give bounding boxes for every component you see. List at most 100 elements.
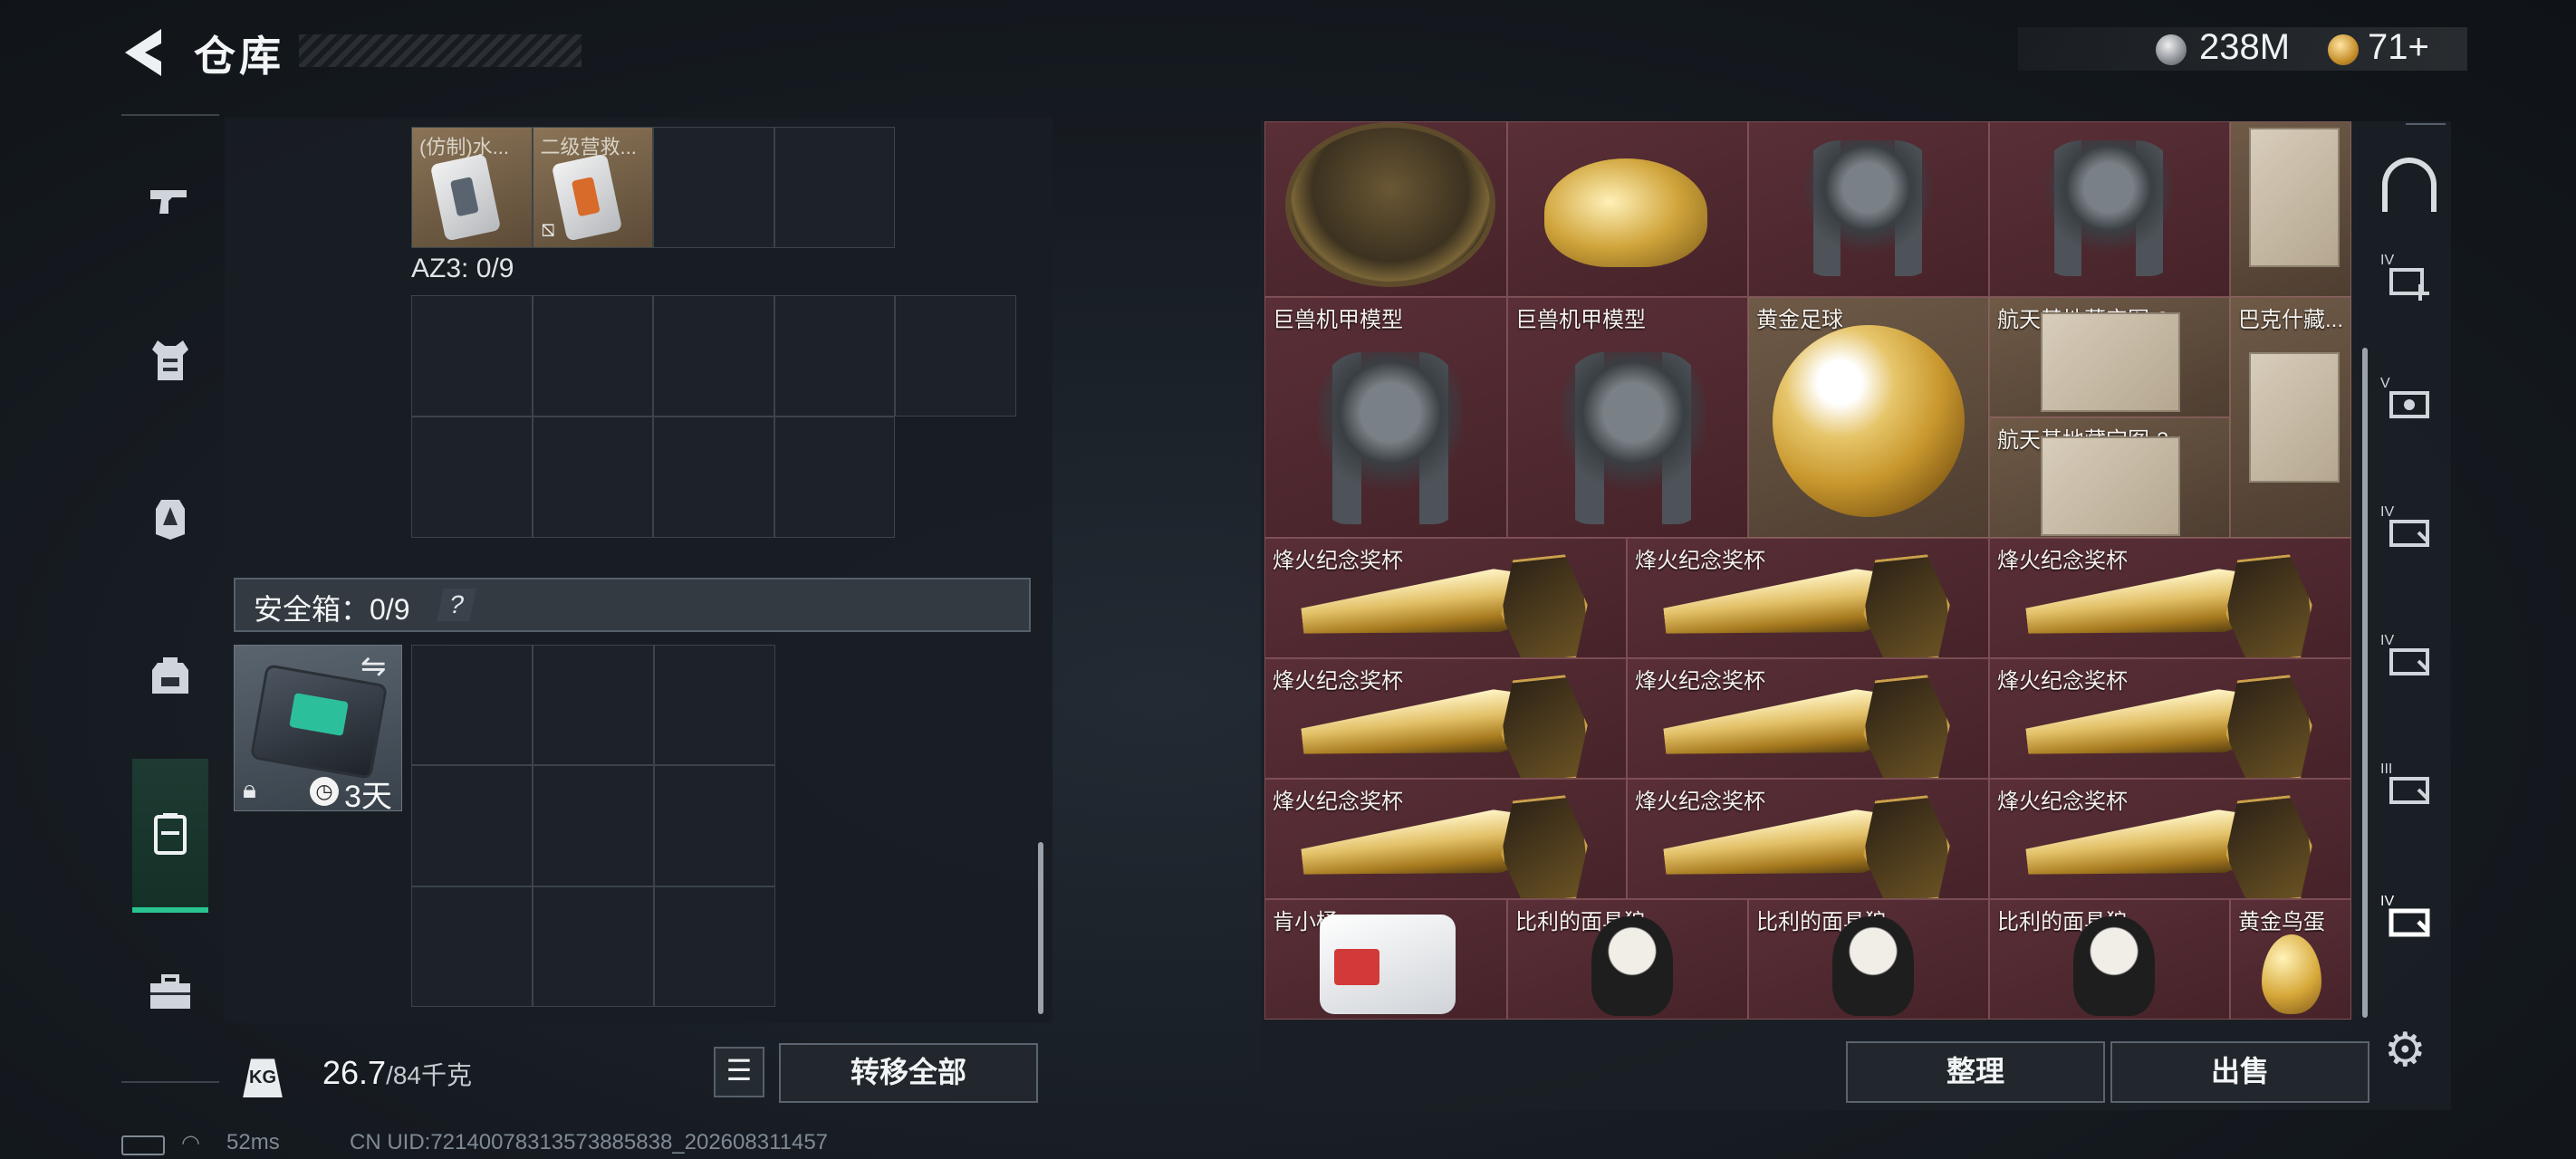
sell-button[interactable]: 出售 xyxy=(2110,1041,2369,1103)
empty-slot[interactable] xyxy=(653,127,774,248)
tier-label: IV xyxy=(2380,894,2394,909)
item-image-detail xyxy=(1495,673,1593,779)
item-name: 烽火纪念奖杯 xyxy=(1273,549,1403,573)
inventory-item[interactable]: 烽火纪念奖杯 xyxy=(1627,779,1989,899)
title-decoration xyxy=(299,34,582,67)
empty-slot[interactable] xyxy=(532,295,654,417)
inventory-item[interactable]: 烽火纪念奖杯 xyxy=(1627,658,1989,779)
inventory-item[interactable]: 烽火纪念奖杯 xyxy=(1264,779,1627,899)
silver-currency-value: 238M xyxy=(2199,27,2291,67)
inventory-item[interactable]: 烽火纪念奖杯 xyxy=(1989,779,2351,899)
transfer-all-button[interactable]: 转移全部 xyxy=(779,1043,1038,1103)
stash-scrollbar[interactable] xyxy=(2362,348,2368,1018)
toolbox-icon[interactable] xyxy=(147,969,194,1016)
item-card-image xyxy=(551,153,622,242)
sort-button[interactable]: 整理 xyxy=(1846,1041,2105,1103)
inventory-item[interactable]: 烽火纪念奖杯 xyxy=(1627,538,1989,658)
inventory-item[interactable]: 航天基地藏宝图-3 xyxy=(1989,417,2230,538)
inventory-item[interactable]: 肯小桶 xyxy=(1264,899,1507,1020)
empty-slot[interactable] xyxy=(411,417,533,538)
item-name: 巨兽机甲模型 xyxy=(1515,308,1646,332)
left-scrollbar[interactable] xyxy=(1038,842,1043,1014)
battery-icon xyxy=(121,1135,165,1155)
empty-slot[interactable] xyxy=(533,645,654,766)
empty-slot[interactable] xyxy=(654,645,775,766)
item-image-detail xyxy=(1334,949,1379,985)
weight-max: /84千克 xyxy=(386,1061,473,1089)
empty-slot[interactable] xyxy=(654,765,775,886)
inventory-item[interactable]: 巨兽机甲模型 xyxy=(1507,297,1748,538)
inventory-item[interactable]: 烽火纪念奖杯 xyxy=(1264,538,1627,658)
item-image xyxy=(2041,140,2177,276)
uid-readout: CN UID:7214007831357388583​8_20260831145… xyxy=(350,1130,829,1154)
empty-slot[interactable] xyxy=(654,886,775,1007)
empty-slot[interactable] xyxy=(895,295,1016,417)
armor-icon[interactable] xyxy=(147,494,194,541)
empty-slot[interactable] xyxy=(774,417,896,538)
empty-slot[interactable] xyxy=(411,645,533,766)
back-icon[interactable] xyxy=(118,25,168,80)
inventory-item[interactable]: 烽火纪念奖杯 xyxy=(1989,658,2351,779)
clock-icon: ◷ xyxy=(310,777,339,806)
item-image-detail xyxy=(2220,673,2318,779)
stash-page-icon[interactable]: V xyxy=(2379,373,2438,427)
pistol-icon[interactable] xyxy=(147,176,194,223)
item-image-detail xyxy=(1858,673,1956,779)
empty-slot[interactable] xyxy=(653,295,774,417)
empty-slot[interactable] xyxy=(411,765,533,886)
page-title: 仓库 xyxy=(194,33,284,80)
item-name: 烽火纪念奖杯 xyxy=(1273,669,1403,694)
empty-slot[interactable] xyxy=(533,886,654,1007)
stash-page-icon[interactable]: IV xyxy=(2379,502,2438,556)
inventory-item[interactable] xyxy=(1264,121,1507,297)
inventory-item[interactable] xyxy=(1989,121,2230,297)
tier-label: IV xyxy=(2380,504,2394,520)
stash-page-icon[interactable]: IV xyxy=(2379,630,2438,685)
empty-slot[interactable] xyxy=(411,886,533,1007)
empty-slot[interactable] xyxy=(533,765,654,886)
inventory-item[interactable]: 巴克什藏... xyxy=(2230,297,2351,538)
inventory-item[interactable]: 航天基地藏宝图-3 xyxy=(1989,297,2230,417)
empty-slot[interactable] xyxy=(411,295,533,417)
stash-page-icon[interactable]: III xyxy=(2379,759,2438,813)
gear-icon[interactable]: ⚙ xyxy=(2384,1023,2427,1078)
inventory-item[interactable]: 比利的面具狼 xyxy=(1989,899,2230,1020)
inventory-item[interactable]: 烽火纪念奖杯 xyxy=(1989,538,2351,658)
vest-icon[interactable] xyxy=(147,337,194,384)
inventory-item[interactable]: 比利的面具狼 xyxy=(1507,899,1748,1020)
inventory-item[interactable]: 比利的面具狼 xyxy=(1748,899,1989,1020)
inventory-item[interactable] xyxy=(1748,121,1989,297)
item-image xyxy=(1561,352,1706,524)
tier-label: V xyxy=(2380,376,2390,391)
stash-page-icon[interactable]: IV xyxy=(2379,250,2438,304)
weight-readout: 26.7/84千克 xyxy=(322,1054,472,1092)
item-name: 巨兽机甲模型 xyxy=(1273,308,1403,332)
empty-slot[interactable] xyxy=(774,127,895,248)
inventory-item[interactable]: 黄金鸟蛋 xyxy=(2230,899,2351,1020)
inventory-item[interactable] xyxy=(1507,121,1748,297)
safebox-icon[interactable] xyxy=(147,809,194,857)
list-icon[interactable]: ☰ xyxy=(714,1047,764,1097)
inventory-item[interactable]: 烽火纪念奖杯 xyxy=(1264,658,1627,779)
item-image xyxy=(1591,916,1673,1016)
backpack-icon[interactable] xyxy=(147,652,194,699)
inventory-item[interactable]: 二级营救... ⧅ xyxy=(532,127,653,248)
az3-grid xyxy=(411,295,1016,538)
item-name: 黄金鸟蛋 xyxy=(2238,910,2325,934)
gold-currency-value[interactable]: 71+ xyxy=(2368,27,2429,68)
inventory-item[interactable]: (仿制)水... xyxy=(411,127,533,248)
inventory-item[interactable]: 巨兽机甲模型 xyxy=(1264,297,1507,538)
item-name: 烽火纪念奖杯 xyxy=(1635,549,1765,573)
home-icon[interactable] xyxy=(2382,158,2437,212)
item-image xyxy=(2262,934,2321,1014)
help-button[interactable]: ? xyxy=(437,589,476,621)
empty-slot[interactable] xyxy=(774,295,896,417)
tier-label: IV xyxy=(2380,633,2394,648)
inventory-item[interactable]: 黄金足球 xyxy=(1748,297,1989,538)
safebox-grid xyxy=(411,645,775,1007)
empty-slot[interactable] xyxy=(532,417,654,538)
empty-slot[interactable] xyxy=(653,417,774,538)
inventory-item[interactable] xyxy=(2230,121,2351,297)
stash-page-icon-active[interactable]: IV xyxy=(2379,891,2438,945)
swap-icon[interactable]: ⇋ xyxy=(360,648,387,685)
